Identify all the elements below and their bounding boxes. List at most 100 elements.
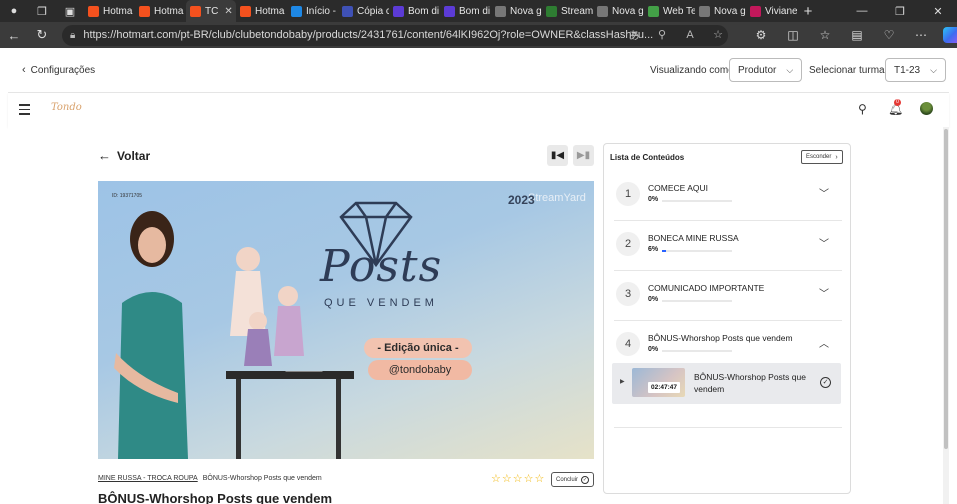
rating-star-icon[interactable]: ☆	[502, 472, 512, 485]
extensions-icon[interactable]: ⚙	[745, 28, 777, 42]
rating-star-icon[interactable]: ☆	[513, 472, 523, 485]
lesson-item[interactable]: ▶ 02:47:47 BÔNUS-Whorshop Posts que vend…	[612, 363, 841, 404]
module-item[interactable]: 1 COMECE AQUI 0% ﹀	[614, 172, 842, 221]
chevron-up-icon[interactable]: ︿	[819, 335, 829, 350]
skip-next-icon: ▶▮	[576, 150, 591, 161]
zoom-icon[interactable]: ⚲	[648, 28, 676, 41]
split-screen-icon[interactable]: ◫	[777, 28, 809, 42]
tab-label: Web Te	[663, 5, 695, 17]
tab-favicon-icon	[699, 5, 710, 17]
back-button[interactable]: ← Voltar	[98, 148, 150, 163]
module-progress-percent: 0%	[648, 346, 659, 353]
url-text: https://hotmart.com/pt-BR/club/clubetond…	[83, 29, 654, 41]
config-bar: ‹ Configurações Visualizando como: Produ…	[8, 48, 949, 93]
chevron-down-icon[interactable]: ﹀	[819, 285, 829, 300]
video-year: 2023	[508, 193, 535, 207]
module-item[interactable]: 3 COMUNICADO IMPORTANTE 0% ﹀	[614, 272, 842, 321]
rating-star-icon[interactable]: ☆	[524, 472, 534, 485]
favorite-star-icon[interactable]: ☆	[704, 28, 732, 41]
new-tab-button[interactable]: +	[797, 3, 819, 20]
club-logo[interactable]: Tondo	[51, 102, 82, 113]
chevron-down-icon[interactable]: ﹀	[819, 235, 829, 250]
browser-tab[interactable]: Viviane	[746, 0, 797, 22]
browser-tab[interactable]: Bom di	[440, 0, 491, 22]
restore-icon[interactable]: ❐	[881, 0, 919, 22]
browser-toolbar: ⚙ ◫ ☆ ▤ ♡ ⋯	[745, 22, 957, 48]
browser-tab[interactable]: Nova g	[593, 0, 644, 22]
minimize-icon[interactable]: —	[843, 0, 881, 22]
tab-favicon-icon	[597, 5, 608, 17]
rating-star-icon[interactable]: ☆	[491, 472, 501, 485]
browser-tab[interactable]: Nova g	[491, 0, 542, 22]
translate-icon[interactable]: あ	[620, 27, 648, 43]
module-progress-percent: 6%	[648, 246, 659, 253]
read-aloud-icon[interactable]: A	[676, 29, 704, 41]
browser-tab[interactable]: Bom di	[389, 0, 440, 22]
viewing-as-label: Visualizando como:	[650, 65, 737, 76]
hide-panel-button[interactable]: Esconder ›	[801, 150, 843, 164]
class-select[interactable]: T1-23 ⌵	[885, 58, 946, 82]
browser-tab[interactable]: Hotma	[135, 0, 186, 22]
browser-tab[interactable]: Nova g	[695, 0, 746, 22]
browser-tab[interactable]: Hotma	[236, 0, 287, 22]
browser-tab[interactable]: Início -	[287, 0, 338, 22]
back-to-settings-link[interactable]: ‹ Configurações	[22, 64, 95, 76]
back-label: Voltar	[117, 148, 151, 163]
dolls-illustration	[230, 247, 304, 366]
profile-icon[interactable]: ●	[0, 0, 28, 22]
tab-favicon-icon	[88, 5, 99, 17]
browser-tab[interactable]: Stream	[542, 0, 593, 22]
streamyard-watermark: StreamYard	[528, 192, 586, 204]
close-window-icon[interactable]: ✕	[919, 0, 957, 22]
page-scrollbar[interactable]	[943, 127, 949, 504]
module-number: 3	[616, 282, 640, 306]
lesson-name: BÔNUS-Whorshop Posts que vendem	[694, 372, 806, 394]
content-list-panel: Lista de Conteúdos Esconder › 1 COMECE AQ…	[603, 143, 851, 494]
browser-tab[interactable]: TC ✕	[186, 0, 236, 22]
chevron-right-icon: ›	[835, 153, 838, 161]
complete-lesson-button[interactable]: Concluir ✓	[551, 472, 595, 487]
viewing-as-select[interactable]: Produtor ⌵	[729, 58, 803, 82]
previous-lesson-button[interactable]: ▮◀	[547, 145, 568, 166]
browser-tab[interactable]: Hotma	[84, 0, 135, 22]
avatar[interactable]	[920, 102, 933, 115]
back-arrow-icon[interactable]: ←	[0, 22, 28, 48]
lesson-title: BÔNUS-Whorshop Posts que vendem	[98, 491, 333, 504]
tab-label: Cópia c	[357, 5, 389, 17]
more-icon[interactable]: ⋯	[905, 28, 937, 42]
hide-panel-label: Esconder	[806, 154, 832, 160]
scrollbar-thumb[interactable]	[944, 129, 948, 449]
copilot-icon[interactable]	[943, 27, 957, 43]
refresh-icon[interactable]: ↻	[28, 22, 56, 48]
rating-star-icon[interactable]: ☆	[535, 472, 545, 485]
module-progress-fill	[662, 250, 667, 252]
module-number: 2	[616, 232, 640, 256]
module-name: BONECA MINE RUSSA	[648, 233, 739, 243]
class-select-label: Selecionar turma:	[809, 65, 888, 76]
workspaces-icon[interactable]: ❐	[28, 0, 56, 22]
browser-essentials-icon[interactable]: ♡	[873, 28, 905, 42]
module-progress-percent: 0%	[648, 296, 659, 303]
module-progress-bar	[662, 300, 732, 302]
chevron-down-icon: ⌵	[930, 64, 937, 75]
browser-tab[interactable]: Web Te	[644, 0, 695, 22]
skip-previous-icon: ▮◀	[550, 150, 565, 161]
favorites-icon[interactable]: ☆	[809, 28, 841, 42]
menu-icon[interactable]	[19, 104, 30, 118]
module-progress-bar	[662, 250, 732, 252]
chevron-down-icon[interactable]: ﹀	[819, 185, 829, 200]
search-icon[interactable]: ⚲	[858, 102, 867, 116]
content-list-title: Lista de Conteúdos	[610, 153, 685, 162]
close-tab-icon[interactable]: ✕	[224, 6, 232, 17]
tab-actions-icon[interactable]: ▣	[56, 0, 84, 22]
next-lesson-button[interactable]: ▶▮	[573, 145, 594, 166]
video-player[interactable]: ID: 19371705 StreamYard 2023 Posts QUE V…	[98, 181, 594, 459]
check-circle-icon[interactable]: ✓	[820, 377, 831, 388]
notification-bell-icon[interactable]: 🔔︎ 0	[888, 99, 903, 116]
breadcrumb-module-link[interactable]: MINE RUSSA - TROCA ROUPA	[98, 475, 198, 482]
module-item[interactable]: 2 BONECA MINE RUSSA 6% ﹀	[614, 222, 842, 271]
browser-tab[interactable]: Cópia c	[338, 0, 389, 22]
collections-icon[interactable]: ▤	[841, 28, 873, 42]
address-bar-row: ← ↻ 🔒︎ https://hotmart.com/pt-BR/club/cl…	[0, 22, 957, 48]
tab-favicon-icon	[240, 5, 251, 17]
